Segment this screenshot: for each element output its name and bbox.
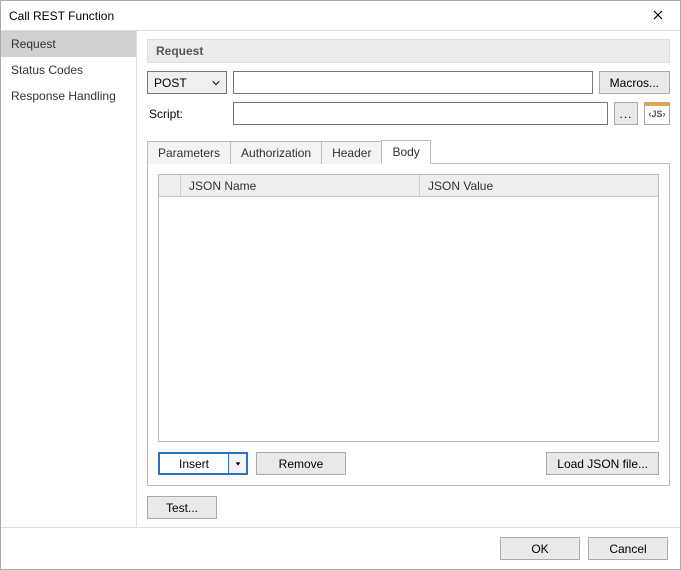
macros-button[interactable]: Macros... (599, 71, 670, 94)
js-icon: ‹JS› (648, 109, 665, 119)
js-accent-bar (645, 103, 669, 106)
row-script: Script: ... ‹JS› (147, 102, 670, 125)
sidebar-item-label: Request (11, 37, 56, 51)
button-label: Load JSON file... (557, 457, 648, 471)
button-label: Remove (279, 457, 324, 471)
ok-button[interactable]: OK (500, 537, 580, 560)
close-icon (653, 9, 663, 23)
body-panel-buttons: Insert Remove Load JSON file... (158, 452, 659, 475)
button-label: Test... (166, 501, 198, 515)
body-grid[interactable]: JSON Name JSON Value (158, 174, 659, 442)
script-browse-button[interactable]: ... (614, 102, 638, 125)
test-row: Test... (147, 496, 670, 519)
tab-header[interactable]: Header (321, 141, 382, 164)
dialog-footer: OK Cancel (1, 527, 680, 569)
chevron-down-icon (212, 79, 220, 87)
test-button[interactable]: Test... (147, 496, 217, 519)
tab-authorization[interactable]: Authorization (230, 141, 322, 164)
http-method-value: POST (154, 76, 187, 90)
cancel-button[interactable]: Cancel (588, 537, 668, 560)
remove-button[interactable]: Remove (256, 452, 346, 475)
sidebar: Request Status Codes Response Handling (1, 31, 137, 527)
column-label: JSON Name (189, 179, 256, 193)
tabs: Parameters Authorization Header Body (147, 139, 670, 163)
grid-header: JSON Name JSON Value (159, 175, 658, 197)
insert-dropdown-toggle[interactable] (228, 454, 246, 473)
load-json-file-button[interactable]: Load JSON file... (546, 452, 659, 475)
tab-label: Header (332, 146, 371, 160)
sidebar-item-label: Status Codes (11, 63, 83, 77)
tab-label: Authorization (241, 146, 311, 160)
script-js-button[interactable]: ‹JS› (644, 102, 670, 125)
sidebar-item-status-codes[interactable]: Status Codes (1, 57, 136, 83)
button-label: Macros... (610, 76, 659, 90)
tab-body[interactable]: Body (381, 140, 430, 164)
grid-col-json-name[interactable]: JSON Name (181, 175, 420, 196)
url-input[interactable] (233, 71, 593, 94)
grid-body-empty[interactable] (159, 197, 658, 441)
button-label: Cancel (609, 542, 646, 556)
grid-col-json-value[interactable]: JSON Value (420, 175, 658, 196)
column-label: JSON Value (428, 179, 493, 193)
script-input[interactable] (233, 102, 608, 125)
sidebar-item-label: Response Handling (11, 89, 116, 103)
tab-panel-body: JSON Name JSON Value Insert (147, 163, 670, 486)
tab-label: Body (392, 145, 419, 159)
row-method-url: POST Macros... (147, 71, 670, 94)
main-panel: Request POST Macros... Script: (137, 31, 680, 527)
close-button[interactable] (635, 1, 680, 31)
dialog-body: Request Status Codes Response Handling R… (1, 31, 680, 527)
tab-parameters[interactable]: Parameters (147, 141, 231, 164)
window-title: Call REST Function (9, 9, 635, 23)
caret-down-icon (234, 457, 242, 471)
dialog-call-rest-function: Call REST Function Request Status Codes … (0, 0, 681, 570)
button-label: Insert (160, 457, 228, 471)
script-label: Script: (147, 107, 227, 121)
grid-row-header-corner (159, 175, 181, 196)
ellipsis-icon: ... (619, 107, 632, 121)
sidebar-item-response-handling[interactable]: Response Handling (1, 83, 136, 109)
http-method-select[interactable]: POST (147, 71, 227, 94)
sidebar-item-request[interactable]: Request (1, 31, 136, 57)
tab-label: Parameters (158, 146, 220, 160)
insert-split-button[interactable]: Insert (158, 452, 248, 475)
titlebar: Call REST Function (1, 1, 680, 31)
section-header-request: Request (147, 39, 670, 63)
button-label: OK (531, 542, 548, 556)
